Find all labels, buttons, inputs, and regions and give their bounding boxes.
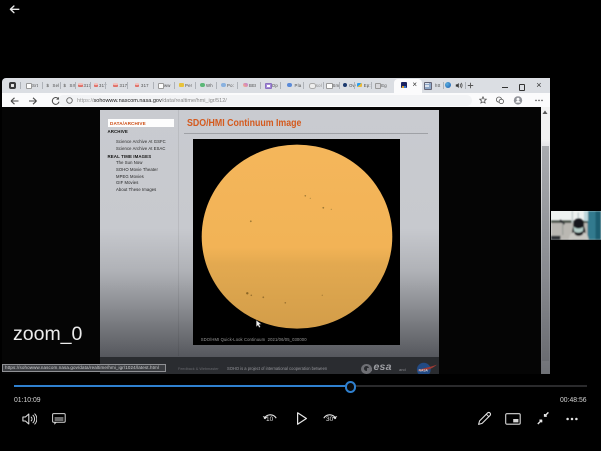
svg-text:NASA: NASA (418, 368, 428, 372)
